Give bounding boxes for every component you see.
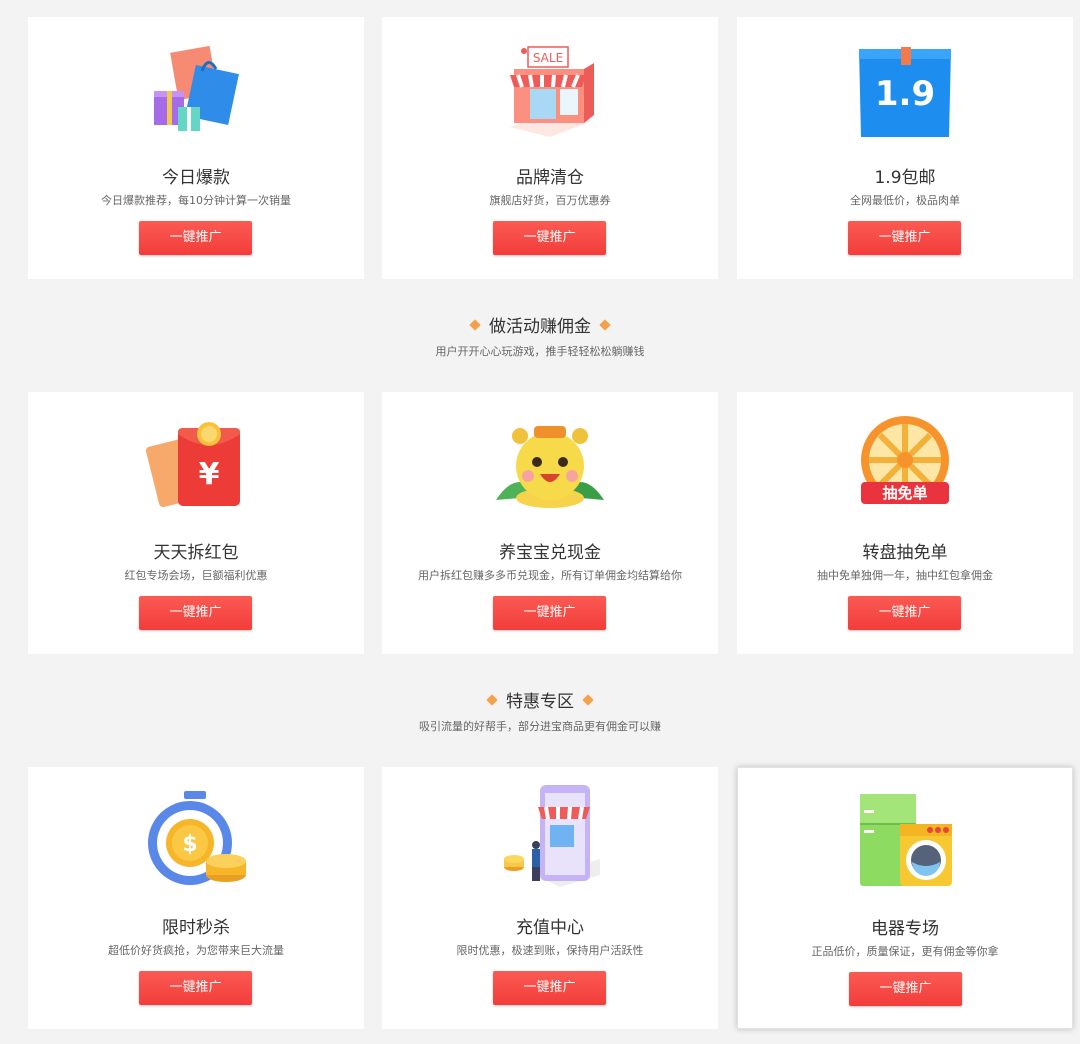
card-description: 超低价好货疯抢，为您带来巨大流量 <box>28 942 364 958</box>
diamond-icon <box>599 319 610 330</box>
card-description: 抽中免单独佣一年，抽中红包拿佣金 <box>737 567 1073 583</box>
card-title: 天天拆红包 <box>28 538 364 563</box>
shopping-bags-icon <box>146 39 246 139</box>
card-description: 正品低价，质量保证，更有佣金等你拿 <box>738 943 1072 959</box>
wheel-label: 抽免单 <box>882 484 927 502</box>
card-xianshi-miaosha[interactable]: $ 限时秒杀 超低价好货疯抢，为您带来巨大流量 一键推广 <box>28 767 364 1029</box>
card-description: 旗舰店好货，百万优惠券 <box>382 192 718 208</box>
promote-button[interactable]: 一键推广 <box>849 972 962 1006</box>
promote-button[interactable]: 一键推广 <box>493 971 606 1005</box>
price-text: 1.9 <box>875 74 935 114</box>
promote-button[interactable]: 一键推广 <box>848 596 961 630</box>
section-title: 做活动赚佣金 <box>489 317 591 337</box>
diamond-icon <box>469 319 480 330</box>
card-title: 1.9包邮 <box>737 163 1073 188</box>
card-title: 品牌清仓 <box>382 163 718 188</box>
section-subtitle: 用户开开心心玩游戏，推手轻轻松松躺赚钱 <box>0 343 1080 359</box>
card-description: 限时优惠，极速到账，保持用户活跃性 <box>382 942 718 958</box>
card-description: 全网最低价，极品肉单 <box>737 192 1073 208</box>
card-title: 充值中心 <box>382 913 718 938</box>
card-title: 今日爆款 <box>28 163 364 188</box>
promote-button[interactable]: 一键推广 <box>493 221 606 255</box>
box-1-9-icon: 1.9 <box>855 39 955 139</box>
red-envelope-icon: ¥ <box>146 414 246 514</box>
card-title: 养宝宝兑现金 <box>382 538 718 563</box>
promote-button[interactable]: 一键推广 <box>493 596 606 630</box>
card-title: 限时秒杀 <box>28 913 364 938</box>
section-title: 特惠专区 <box>506 692 574 712</box>
yuan-symbol: ¥ <box>199 457 220 492</box>
card-dianqi-zhuanchang[interactable]: 电器专场 正品低价，质量保证，更有佣金等你拿 一键推广 <box>737 767 1073 1029</box>
card-pinpai-qingcang[interactable]: SALE 品牌清仓 旗舰店好货，百万优惠券 一键推广 <box>382 17 718 279</box>
card-description: 今日爆款推荐，每10分钟计算一次销量 <box>28 192 364 208</box>
promote-button[interactable]: 一键推广 <box>848 221 961 255</box>
promote-button[interactable]: 一键推广 <box>139 596 252 630</box>
section-heading-deals: 特惠专区 吸引流量的好帮手，部分进宝商品更有佣金可以赚 <box>0 691 1080 734</box>
promote-button[interactable]: 一键推广 <box>139 971 252 1005</box>
diamond-icon <box>582 694 593 705</box>
stopwatch-coins-icon: $ <box>146 789 246 889</box>
sale-store-icon: SALE <box>500 39 600 139</box>
card-jinri-baokuan[interactable]: 今日爆款 今日爆款推荐，每10分钟计算一次销量 一键推广 <box>28 17 364 279</box>
card-title: 转盘抽免单 <box>737 538 1073 563</box>
card-description: 用户拆红包赚多多币兑现金，所有订单佣金均结算给你 <box>382 567 718 583</box>
card-title: 电器专场 <box>738 914 1072 939</box>
section-heading-activities: 做活动赚佣金 用户开开心心玩游戏，推手轻轻松松躺赚钱 <box>0 316 1080 359</box>
card-baoyou[interactable]: 1.9 1.9包邮 全网最低价，极品肉单 一键推广 <box>737 17 1073 279</box>
card-tiantian-hongbao[interactable]: ¥ 天天拆红包 红包专场会场，巨额福利优惠 一键推广 <box>28 392 364 654</box>
diamond-icon <box>486 694 497 705</box>
appliances-icon <box>856 790 956 890</box>
card-yang-baobao[interactable]: 养宝宝兑现金 用户拆红包赚多多币兑现金，所有订单佣金均结算给你 一键推广 <box>382 392 718 654</box>
sale-sign-text: SALE <box>533 51 563 65</box>
card-zhuanpan-miandan[interactable]: 抽免单 转盘抽免单 抽中免单独佣一年，抽中红包拿佣金 一键推广 <box>737 392 1073 654</box>
baby-mascot-icon <box>500 414 600 514</box>
card-description: 红包专场会场，巨额福利优惠 <box>28 567 364 583</box>
card-chongzhi-zhongxin[interactable]: 充值中心 限时优惠，极速到账，保持用户活跃性 一键推广 <box>382 767 718 1029</box>
phone-shop-icon <box>500 789 600 889</box>
promote-button[interactable]: 一键推广 <box>139 221 252 255</box>
section-subtitle: 吸引流量的好帮手，部分进宝商品更有佣金可以赚 <box>0 718 1080 734</box>
lucky-wheel-icon: 抽免单 <box>855 414 955 514</box>
dollar-symbol: $ <box>182 832 197 857</box>
